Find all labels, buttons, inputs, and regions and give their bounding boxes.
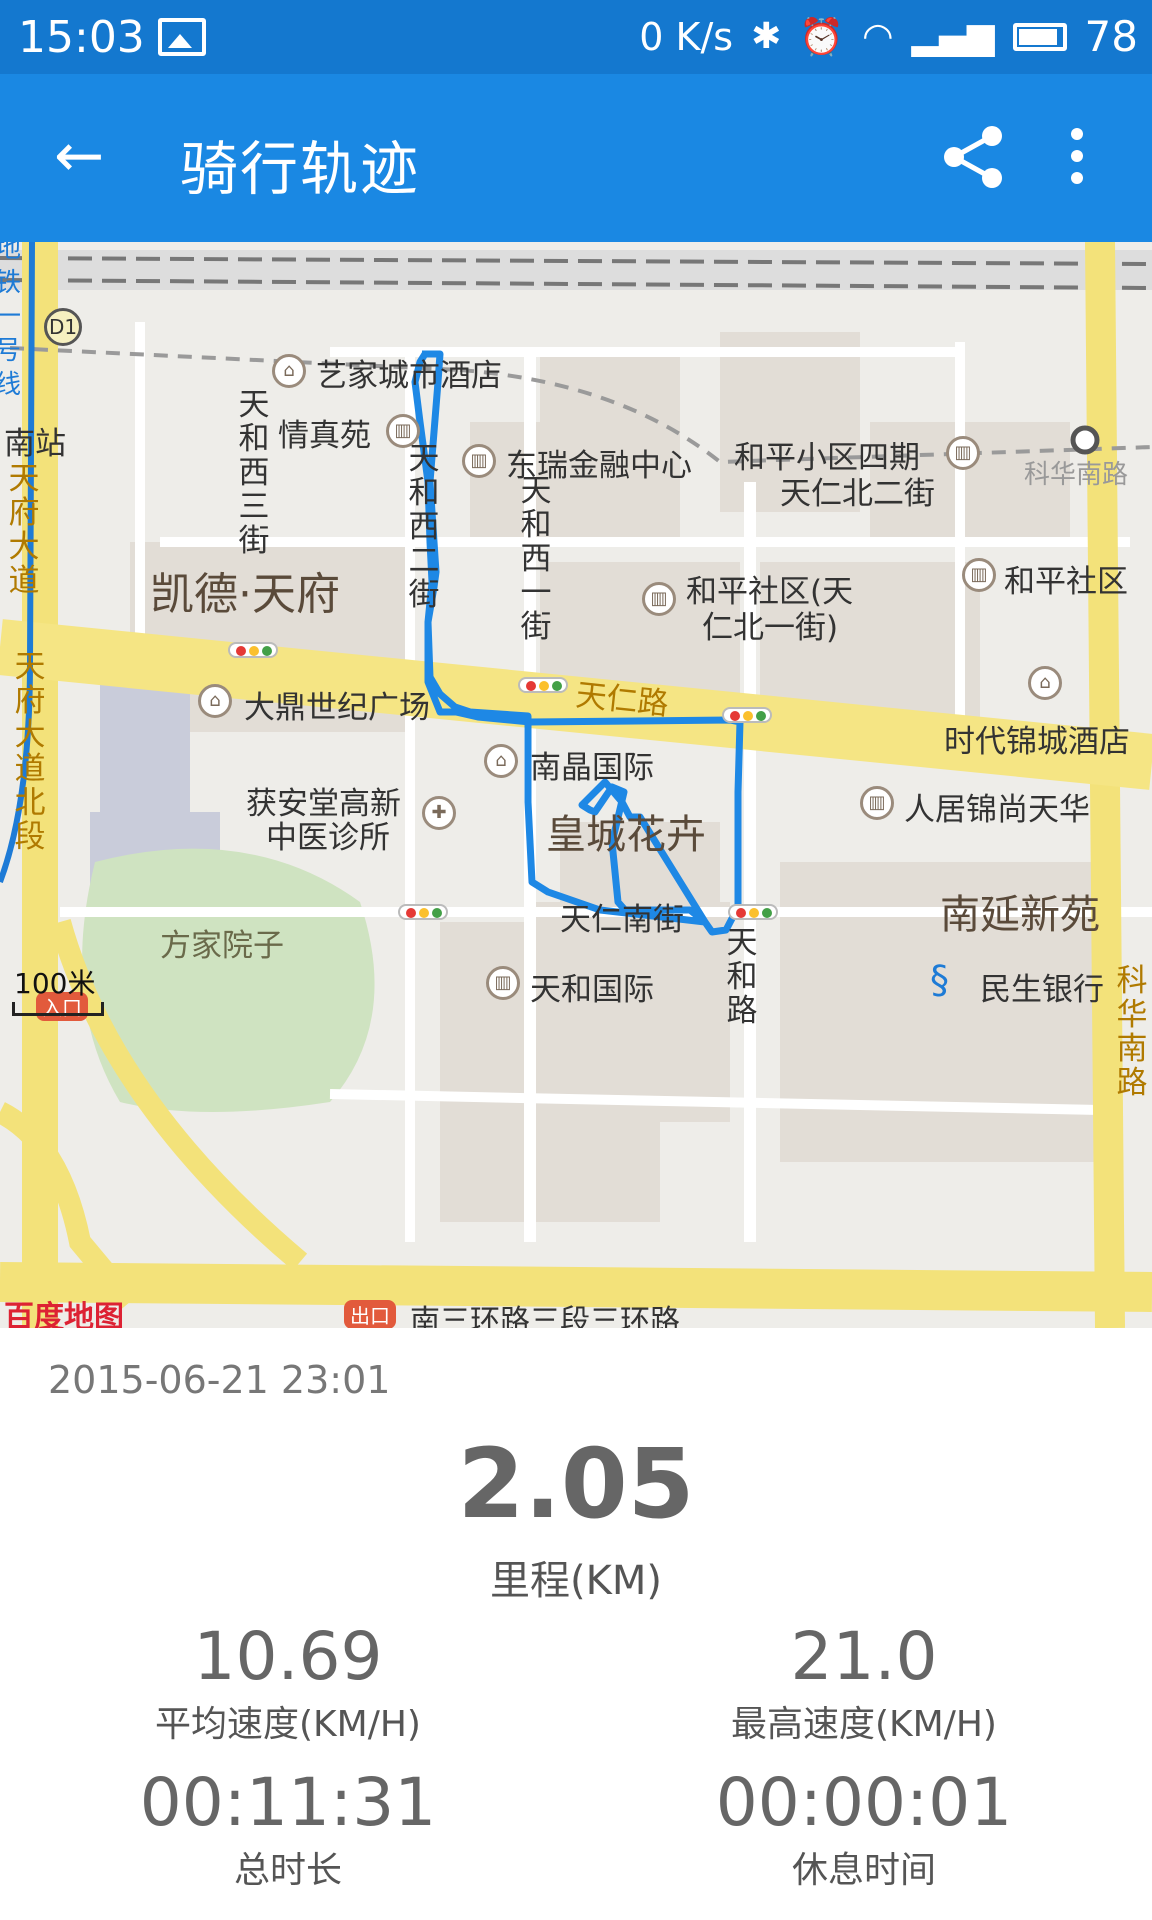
duration-stat: 00:11:31 总时长 <box>0 1764 576 1893</box>
building-icon: ▥ <box>860 786 894 820</box>
status-bar: 15:03 0 K/s ✱ ⏰ ◠ ▂▄▆ 78 <box>0 0 1152 74</box>
page-title: 骑行轨迹 <box>180 135 421 203</box>
ride-summary: 2015-06-21 23:01 2.05 里程(KM) 10.69 平均速度(… <box>0 1328 1152 1920</box>
traffic-light-dot <box>249 646 259 656</box>
network-speed: 0 K/s <box>639 14 734 59</box>
scale-label: 100米 <box>14 967 96 1000</box>
route-map[interactable]: 艺家城市酒店 ⌂ 情真苑 ▥ 东瑞金融中心 ▥ 和平小区四期 ▥ 天仁北二街 科… <box>0 242 1152 1328</box>
label-nanjing: 南晶国际 <box>530 750 654 786</box>
traffic-light-dot <box>552 681 562 691</box>
label-fangjia: 方家院子 <box>160 928 284 964</box>
building-icon: ▥ <box>486 966 520 1000</box>
rest-label: 休息时间 <box>791 1850 936 1891</box>
landmark-icon: ⌂ <box>198 684 232 718</box>
rest-stat: 00:00:01 休息时间 <box>576 1764 1152 1893</box>
label-dading: 大鼎世纪广场 <box>244 690 430 726</box>
exit-badge: 出口 <box>344 1300 396 1328</box>
traffic-light-icon <box>518 677 568 693</box>
signal-3g-icon: ▂▄▆ <box>911 16 995 57</box>
bluetooth-icon: ✱ <box>751 16 782 57</box>
max-speed-stat: 21.0 最高速度(KM/H) <box>576 1618 1152 1747</box>
status-time: 15:03 <box>18 12 145 63</box>
battery-level: 78 <box>1084 12 1138 61</box>
more-vertical-icon[interactable] <box>1062 128 1092 188</box>
traffic-light-icon <box>728 904 778 920</box>
traffic-light-dot <box>539 681 549 691</box>
label-nansan: 南三环路三段三环路 <box>410 1304 680 1328</box>
label-tianren-n2: 天仁北二街 <box>780 476 935 512</box>
traffic-light-dot <box>262 646 272 656</box>
battery-icon <box>1012 22 1067 51</box>
traffic-light-icon <box>722 707 772 723</box>
traffic-light-dot <box>526 681 536 691</box>
hotel-icon: ⌂ <box>272 354 306 388</box>
baidu-logo: 百度地图 <box>4 1300 124 1328</box>
label-qingzhen: 情真苑 <box>278 418 371 454</box>
share-icon[interactable] <box>938 122 1008 192</box>
label-ditie: 地铁一号线 <box>0 242 21 400</box>
image-icon <box>158 18 206 56</box>
traffic-light-dot <box>749 908 759 918</box>
label-tianhe-intl: 天和国际 <box>530 972 654 1008</box>
traffic-light-dot <box>756 711 766 721</box>
traffic-light-icon <box>228 642 278 658</box>
landmark-icon: ⌂ <box>484 744 518 778</box>
avg-speed-label: 平均速度(KM/H) <box>155 1704 421 1745</box>
ride-date: 2015-06-21 23:01 <box>48 1358 391 1402</box>
traffic-light-dot <box>736 908 746 918</box>
label-minsheng: 民生银行 <box>980 972 1104 1008</box>
label-tianren-nan: 天仁南街 <box>560 902 684 938</box>
avg-speed-value: 10.69 <box>193 1618 383 1695</box>
label-tianhexi1: 天和西一街 <box>520 473 552 645</box>
traffic-light-dot <box>743 711 753 721</box>
traffic-light-icon <box>398 904 448 920</box>
label-kaide: 凯德·天府 <box>150 569 340 620</box>
duration-label: 总时长 <box>233 1850 342 1891</box>
app-bar: ← 骑行轨迹 <box>0 74 1152 242</box>
metro-d1-badge: D1 <box>44 308 82 346</box>
label-tianren-lu: 天仁路 <box>574 677 671 723</box>
label-renbei1: 仁北一街) <box>702 610 839 646</box>
label-renju: 人居锦尚天华 <box>904 792 1090 828</box>
building-icon: ▥ <box>642 582 676 616</box>
label-tianfu-bei: 天府大道北段 <box>14 649 46 855</box>
traffic-light-dot <box>419 908 429 918</box>
wifi-icon: ◠ <box>862 16 894 57</box>
label-heping-sq: 和平社区 <box>1004 564 1128 600</box>
label-kehua-nan: 科华南路 <box>1024 460 1129 490</box>
traffic-light-dot <box>406 908 416 918</box>
label-huoan2: 中医诊所 <box>266 820 390 856</box>
max-speed-value: 21.0 <box>790 1618 938 1695</box>
scale-bar <box>12 1002 104 1016</box>
label-tianhexi3: 天和西三街 <box>238 387 270 559</box>
building-icon: ▥ <box>946 436 980 470</box>
alarm-icon: ⏰ <box>799 16 845 58</box>
building-icon: ▥ <box>462 444 496 478</box>
avg-speed-stat: 10.69 平均速度(KM/H) <box>0 1618 576 1747</box>
hotel-icon: ⌂ <box>1028 666 1062 700</box>
traffic-light-dot <box>432 908 442 918</box>
label-huangcheng: 皇城花卉 <box>546 812 706 858</box>
bank-icon: § <box>930 958 949 1002</box>
rest-value: 00:00:01 <box>715 1764 1013 1841</box>
label-nan-station: 南站 <box>4 426 66 462</box>
arrow-left-icon[interactable]: ← <box>54 126 104 186</box>
label-kehua-v: 科华南路 <box>1116 963 1148 1101</box>
building-icon: ▥ <box>962 558 996 592</box>
label-yijiacheng: 艺家城市酒店 <box>316 358 502 394</box>
label-nanyan: 南延新苑 <box>940 892 1100 938</box>
traffic-light-dot <box>236 646 246 656</box>
traffic-light-dot <box>762 908 772 918</box>
status-icons: 0 K/s ✱ ⏰ ◠ ▂▄▆ 78 <box>639 12 1138 61</box>
distance-label: 里程(KM) <box>490 1558 662 1604</box>
label-tianhe-lu: 天和路 <box>726 925 758 1029</box>
traffic-light-dot <box>730 711 740 721</box>
label-tianhexi2: 天和西二街 <box>408 441 440 613</box>
duration-value: 00:11:31 <box>139 1764 437 1841</box>
distance-value: 2.05 <box>457 1428 695 1540</box>
max-speed-label: 最高速度(KM/H) <box>731 1704 997 1745</box>
label-tianfu: 天府大道 <box>8 461 40 599</box>
label-shidai: 时代锦城酒店 <box>944 724 1130 760</box>
clinic-icon: ✚ <box>422 796 456 830</box>
